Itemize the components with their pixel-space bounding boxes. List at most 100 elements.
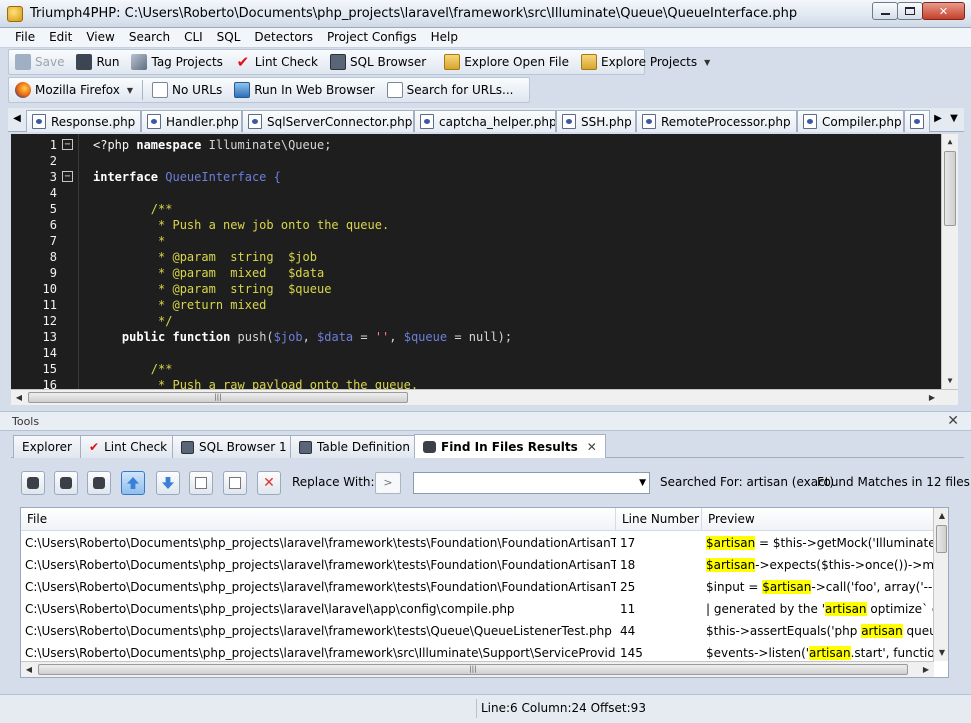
urls-select[interactable]: No URLs (146, 79, 228, 101)
stop-button[interactable]: ✕ (257, 471, 281, 495)
code-line[interactable]: 1− <?php namespace Illuminate\Queue; (11, 137, 941, 153)
code-line[interactable]: 13 public function push($job, $data = ''… (11, 329, 941, 345)
code-line[interactable]: 5 /** (11, 201, 941, 217)
tab-handler-php[interactable]: Handler.php (141, 110, 242, 132)
code-line[interactable]: 15 /** (11, 361, 941, 377)
tab-sql-browser-1[interactable]: SQL Browser 1 (172, 435, 296, 458)
menu-detectors[interactable]: Detectors (247, 28, 320, 47)
tab-list-icon[interactable]: ▼ (948, 111, 960, 127)
scroll-up-icon[interactable]: ▲ (934, 508, 948, 524)
scroll-left-icon[interactable]: ◀ (21, 662, 37, 677)
replace-with-input[interactable]: ▼ (413, 472, 650, 494)
table-row[interactable]: C:\Users\Roberto\Documents\php_projects\… (21, 598, 934, 620)
results-vertical-scrollbar[interactable]: ▲ ▼ (933, 508, 948, 661)
close-icon[interactable]: ✕ (947, 413, 959, 429)
column-header-line-number[interactable]: Line Number (616, 508, 702, 531)
menu-cli[interactable]: CLI (177, 28, 210, 47)
code-line[interactable]: 3− interface QueueInterface { (11, 169, 941, 185)
find-results-table: File Line Number Preview C:\Users\Robert… (20, 507, 949, 678)
scrollbar-thumb[interactable] (944, 151, 956, 226)
code-line[interactable]: 10 * @param string $queue (11, 281, 941, 297)
code-line[interactable]: 6 * Push a new job onto the queue. (11, 217, 941, 233)
code-line[interactable]: 2 (11, 153, 941, 169)
copy-selected-button[interactable] (189, 471, 213, 495)
sql-browser-button[interactable]: SQL Browser (324, 51, 432, 73)
menu-edit[interactable]: Edit (42, 28, 79, 47)
scrollbar-thumb[interactable]: ||| (28, 392, 408, 403)
maximize-button[interactable] (897, 2, 923, 20)
editor-vertical-scrollbar[interactable]: ▲ ▼ (941, 134, 958, 389)
tab-table-definition[interactable]: Table Definition (290, 435, 419, 458)
line-number: 14 (42, 346, 57, 360)
code-line[interactable]: 9 * @param mixed $data (11, 265, 941, 281)
menu-view[interactable]: View (79, 28, 121, 47)
fold-collapse-icon[interactable]: − (62, 171, 73, 182)
code-editor[interactable]: 1− <?php namespace Illuminate\Queue; 2 3− in… (11, 134, 958, 389)
tab-sqlserverconnector-php[interactable]: SqlServerConnector.php (242, 110, 414, 132)
scroll-down-icon[interactable]: ▼ (942, 373, 958, 389)
cursor-position: Line:6 Column:24 Offset:93 (476, 699, 646, 718)
tab-scroll-right-icon[interactable]: ▶ (932, 111, 944, 127)
fold-collapse-icon[interactable]: − (62, 139, 73, 150)
scroll-left-icon[interactable]: ◀ (11, 390, 27, 406)
copy-all-button[interactable] (223, 471, 247, 495)
minimize-button[interactable] (872, 2, 898, 20)
scroll-down-icon[interactable]: ▼ (934, 645, 948, 661)
menu-project-configs[interactable]: Project Configs (320, 28, 424, 47)
table-row[interactable]: C:\Users\Roberto\Documents\php_projects\… (21, 532, 934, 554)
scroll-up-icon[interactable]: ▲ (942, 134, 958, 150)
chevron-down-icon[interactable]: ▼ (639, 478, 646, 488)
column-header-file[interactable]: File (21, 508, 616, 531)
code-text: * @param string $job (93, 250, 317, 264)
code-line[interactable]: 14 (11, 345, 941, 361)
lint-check-button[interactable]: ✔ Lint Check (229, 51, 324, 73)
find-previous-button[interactable] (87, 471, 111, 495)
column-header-preview[interactable]: Preview (702, 508, 934, 531)
explore-open-file-button[interactable]: Explore Open File (438, 51, 575, 73)
tab-lint-check[interactable]: ✔ Lint Check (80, 435, 177, 458)
menu-sql[interactable]: SQL (210, 28, 248, 47)
tab-overflow[interactable] (904, 110, 930, 132)
explore-projects-button[interactable]: Explore Projects ▼ (575, 51, 716, 73)
tag-projects-button[interactable]: Tag Projects (125, 51, 228, 73)
code-line[interactable]: 11 * @return mixed (11, 297, 941, 313)
tab-remoteprocessor-php[interactable]: RemoteProcessor.php (636, 110, 797, 132)
tab-ssh-php[interactable]: SSH.php (556, 110, 636, 132)
menu-search[interactable]: Search (122, 28, 177, 47)
results-horizontal-scrollbar[interactable]: ◀ ||| ▶ (21, 661, 934, 677)
replace-button[interactable]: > (375, 472, 401, 494)
tab-find-in-files-results[interactable]: Find In Files Results ✕ (414, 434, 606, 458)
save-button[interactable]: Save (9, 51, 70, 73)
find-next-button[interactable] (54, 471, 78, 495)
run-button[interactable]: Run (70, 51, 125, 73)
find-button[interactable] (21, 471, 45, 495)
previous-match-button[interactable] (121, 471, 145, 495)
tab-explorer[interactable]: Explorer (13, 435, 81, 458)
code-line[interactable]: 4 (11, 185, 941, 201)
run-in-browser-button[interactable]: Run In Web Browser (228, 79, 380, 101)
code-line[interactable]: 16 * Push a raw payload onto the queue. (11, 377, 941, 389)
search-urls-button[interactable]: Search for URLs... (381, 79, 520, 101)
tab-response-php[interactable]: Response.php (26, 110, 141, 132)
tab-compiler-php[interactable]: Compiler.php (797, 110, 904, 132)
close-icon[interactable]: ✕ (587, 440, 597, 454)
table-row[interactable]: C:\Users\Roberto\Documents\php_projects\… (21, 620, 934, 642)
code-line[interactable]: 8 * @param string $job (11, 249, 941, 265)
scrollbar-thumb[interactable]: ||| (38, 664, 908, 675)
next-match-button[interactable] (156, 471, 180, 495)
table-row[interactable]: C:\Users\Roberto\Documents\php_projects\… (21, 576, 934, 598)
editor-horizontal-scrollbar[interactable]: ◀ ||| ▶ (11, 389, 958, 405)
menu-help[interactable]: Help (424, 28, 465, 47)
tab-scroll-left-icon[interactable]: ◀ (11, 111, 23, 127)
close-button[interactable]: ✕ (922, 2, 965, 20)
scroll-right-icon[interactable]: ▶ (924, 390, 940, 406)
code-line[interactable]: 12 */ (11, 313, 941, 329)
scroll-right-icon[interactable]: ▶ (918, 662, 934, 677)
chevron-down-icon[interactable]: ▼ (704, 58, 710, 67)
table-row[interactable]: C:\Users\Roberto\Documents\php_projects\… (21, 554, 934, 576)
scrollbar-thumb[interactable] (936, 525, 947, 553)
browser-select[interactable]: Mozilla Firefox ▼ (9, 79, 139, 101)
code-line[interactable]: 7 * (11, 233, 941, 249)
menu-file[interactable]: File (8, 28, 42, 47)
tab-captcha-helper-php[interactable]: captcha_helper.php (414, 110, 556, 132)
